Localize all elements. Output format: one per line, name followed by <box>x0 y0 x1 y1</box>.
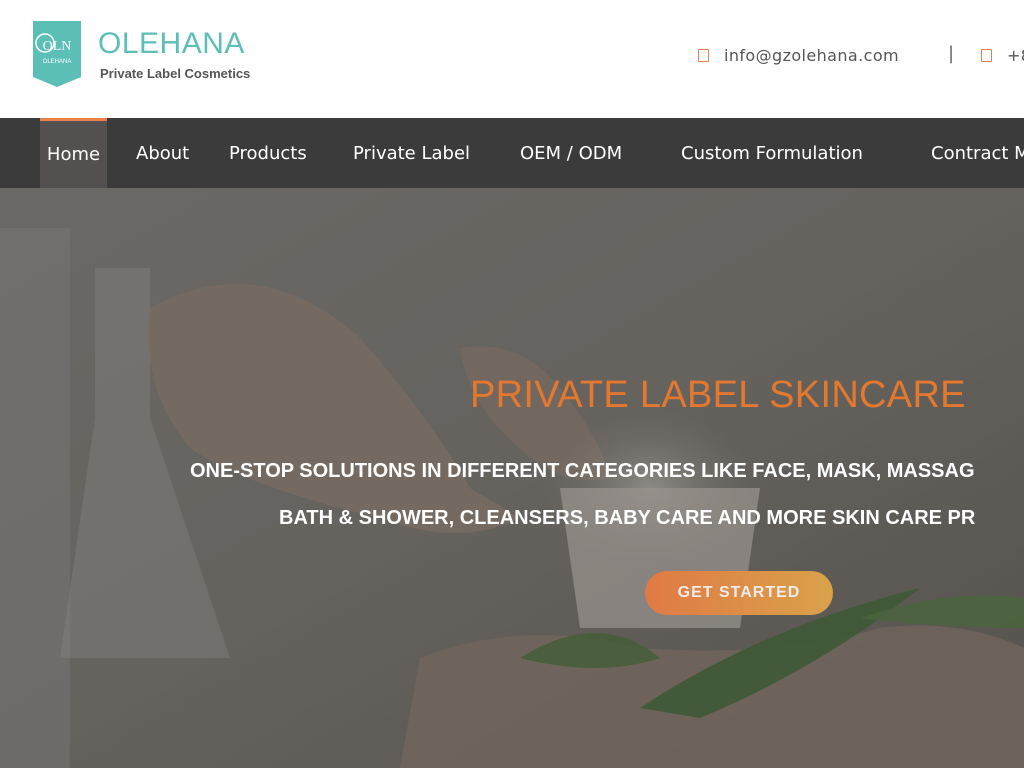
svg-text:OLEHANA: OLEHANA <box>43 59 72 65</box>
envelope-icon <box>698 48 709 62</box>
hero-title: PRIVATE LABEL SKINCARE <box>470 374 966 416</box>
phone-text[interactable]: +8 <box>1007 46 1024 65</box>
nav-item-custom-formulation[interactable]: Custom Formulation <box>681 118 863 188</box>
email-text[interactable]: info@gzolehana.com <box>724 46 899 65</box>
phone-icon <box>981 48 992 62</box>
main-nav: Home About Products Private Label OEM / … <box>0 118 1024 188</box>
hero-subtitle-line1: ONE-STOP SOLUTIONS IN DIFFERENT CATEGORI… <box>190 460 975 482</box>
contact-divider: | <box>948 43 955 64</box>
nav-item-about[interactable]: About <box>136 118 189 188</box>
hero-banner: PRIVATE LABEL SKINCARE ONE-STOP SOLUTION… <box>0 188 1024 768</box>
brand-name[interactable]: OLEHANA <box>98 28 245 60</box>
hero-subtitle-line2: BATH & SHOWER, CLEANSERS, BABY CARE AND … <box>279 507 976 529</box>
site-header: OLN OLEHANA OLEHANA Private Label Cosmet… <box>0 0 1024 118</box>
contact-email[interactable]: info@gzolehana.com <box>698 44 899 66</box>
nav-item-oem-odm[interactable]: OEM / ODM <box>520 118 622 188</box>
nav-item-home[interactable]: Home <box>40 118 107 188</box>
logo-badge-icon[interactable]: OLN OLEHANA <box>33 21 81 87</box>
nav-item-contract-manufacturing[interactable]: Contract M <box>931 118 1024 188</box>
svg-text:OLN: OLN <box>43 39 72 54</box>
contact-phone[interactable]: +8 <box>981 44 1024 66</box>
brand-tagline: Private Label Cosmetics <box>100 66 251 81</box>
nav-item-private-label[interactable]: Private Label <box>353 118 470 188</box>
nav-item-products[interactable]: Products <box>229 118 307 188</box>
get-started-button[interactable]: GET STARTED <box>645 571 833 615</box>
